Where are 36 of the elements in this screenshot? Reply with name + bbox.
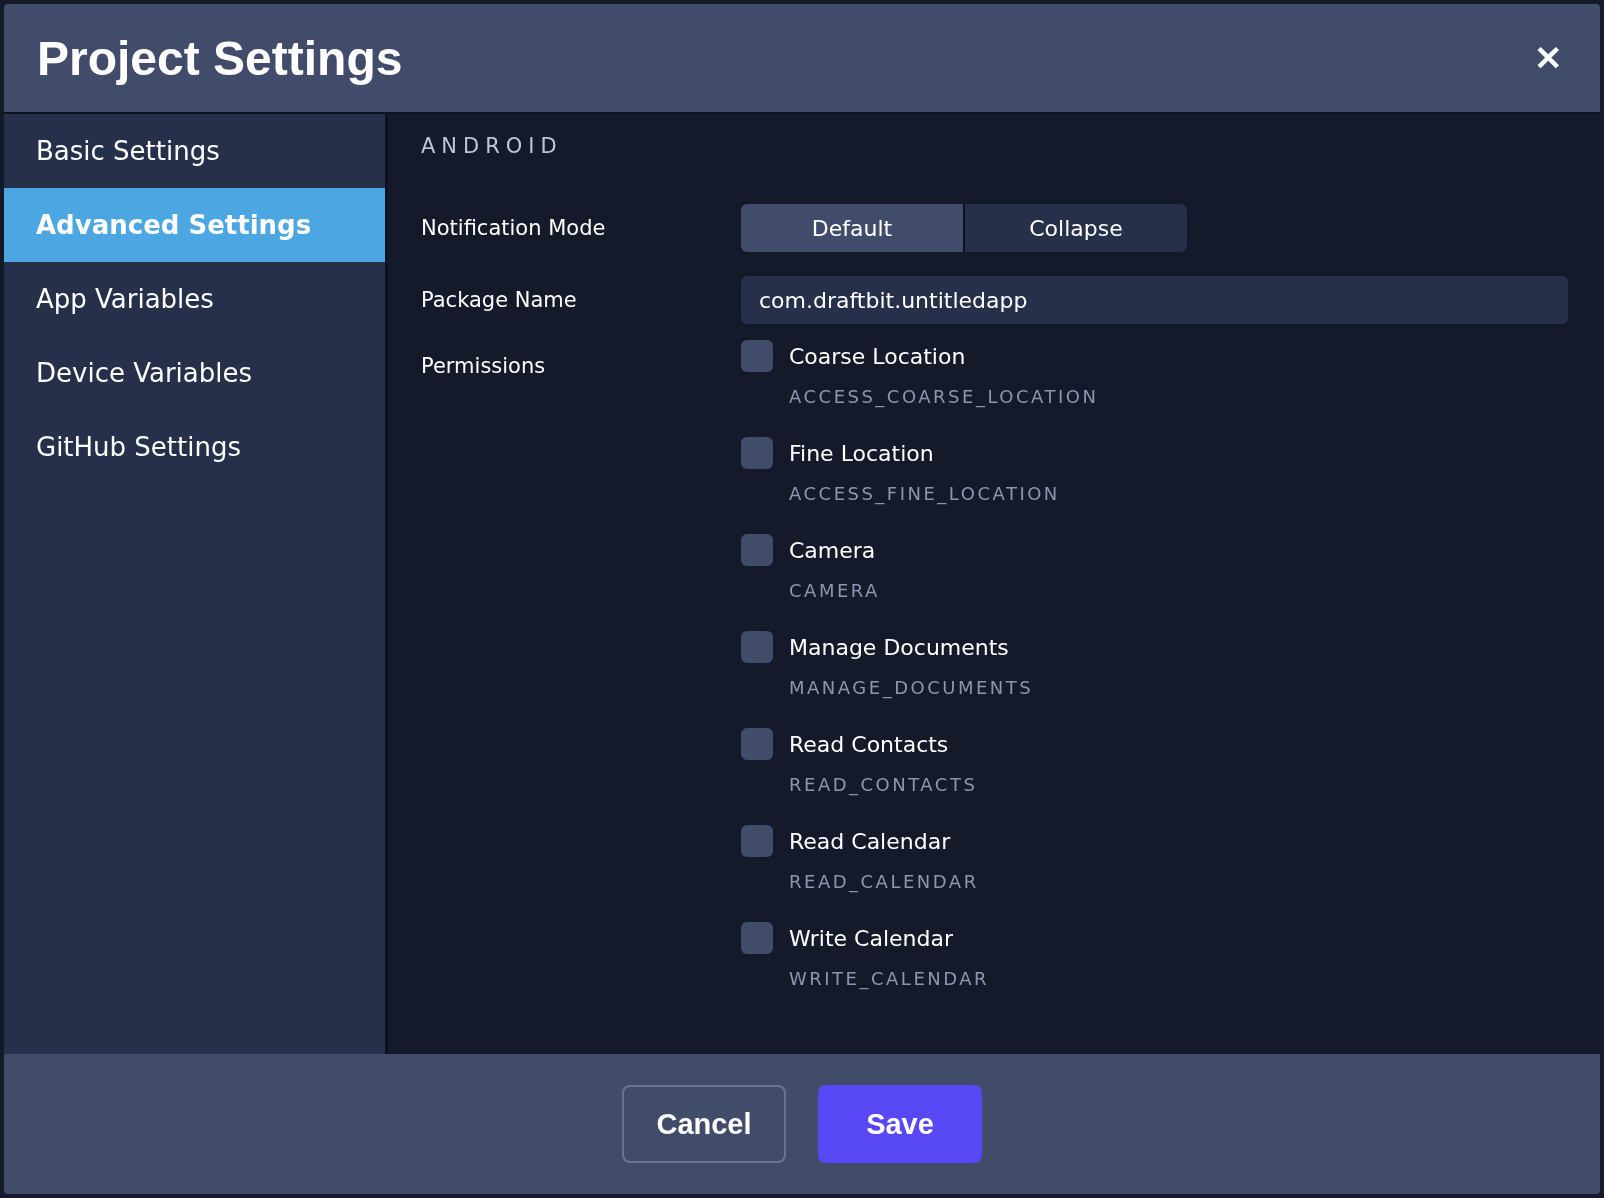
section-heading: ANDROID [421, 134, 564, 158]
checkbox[interactable] [741, 631, 773, 663]
segment-option[interactable]: Default [741, 204, 963, 252]
input-field[interactable]: com.draftbit.untitledapp [741, 276, 1568, 324]
permission-name: Write Calendar [789, 925, 953, 951]
sidebar-item[interactable]: Device Variables [4, 336, 385, 410]
permission-name: Coarse Location [789, 343, 966, 369]
close-button[interactable]: ✕ [1530, 38, 1566, 78]
checkbox[interactable] [741, 922, 773, 954]
permission-name: Manage Documents [789, 634, 1009, 660]
permission-code: MANAGE_DOCUMENTS [789, 677, 1035, 698]
checkbox[interactable] [741, 340, 773, 372]
permission-name: Read Contacts [789, 731, 949, 757]
checkbox[interactable] [741, 728, 773, 760]
checkbox[interactable] [741, 534, 773, 566]
cancel-button[interactable]: Cancel [622, 1085, 786, 1163]
permission-code: READ_CALENDAR [789, 871, 980, 892]
save-button[interactable]: Save [818, 1085, 982, 1163]
permission-code: ACCESS_FINE_LOCATION [789, 483, 1061, 504]
field-label: Package Name [421, 288, 578, 312]
sidebar-item[interactable]: GitHub Settings [4, 410, 385, 484]
permission-name: Read Calendar [789, 828, 951, 854]
permission-code: READ_CONTACTS [789, 774, 979, 795]
segment-option[interactable]: Collapse [965, 204, 1187, 252]
field-label: Notification Mode [421, 216, 607, 240]
sidebar-item[interactable]: App Variables [4, 262, 385, 336]
permission-code: ACCESS_COARSE_LOCATION [789, 386, 1099, 407]
window-title: Project Settings [37, 30, 403, 86]
checkbox[interactable] [741, 825, 773, 857]
checkbox[interactable] [741, 437, 773, 469]
permission-code: CAMERA [789, 580, 881, 601]
permission-name: Fine Location [789, 440, 934, 466]
field-label: Permissions [421, 354, 547, 378]
permission-name: Camera [789, 537, 876, 563]
sidebar-item[interactable]: Basic Settings [4, 114, 385, 188]
permission-code: WRITE_CALENDAR [789, 968, 991, 989]
